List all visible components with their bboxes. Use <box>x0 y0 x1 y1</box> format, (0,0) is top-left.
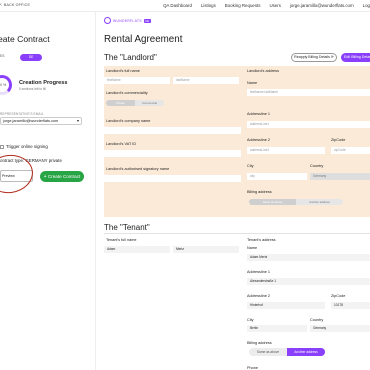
reapply-billing-details-label: Reapply Billing Details <box>294 55 330 59</box>
tenant-zipcode-input[interactable]: 10178 <box>331 302 370 309</box>
nav-qa-dashboard[interactable]: QA Dashboard <box>163 3 192 8</box>
tenant-name-label: Name <box>247 246 258 250</box>
landlord-commerciality-label: Landlord's commerciality <box>106 91 148 95</box>
tenant-city-label: City <box>247 318 254 322</box>
tenant-country-select[interactable]: Germany <box>310 325 370 332</box>
logo-badge: DE <box>143 18 151 23</box>
landlord-addressline1-label: Addressline 1 <box>247 112 271 116</box>
tenant-billing-same[interactable]: Same as above <box>249 348 287 356</box>
landlord-zipcode-input[interactable]: zipCode <box>331 147 370 154</box>
landlord-billing-address-label: Billing address <box>247 190 272 194</box>
back-office-label: BACK OFFICE <box>3 3 31 7</box>
representative-email-select[interactable]: jorge.jaramillo@wunderflats.com ▾ <box>0 117 82 125</box>
tenant-zipcode-label: ZipCode <box>331 294 346 298</box>
create-contract-button[interactable]: + Create Contract <box>40 171 84 182</box>
tenant-billing-another[interactable]: Another address <box>287 348 325 356</box>
landlord-company-input[interactable] <box>104 127 241 134</box>
landlord-city-input[interactable]: city <box>247 173 307 180</box>
nav-logout[interactable]: Log <box>363 3 370 8</box>
tenant-last-name-input[interactable]: Mertz <box>173 246 239 253</box>
wunderflats-logo: WUNDERFLATS DE <box>104 17 151 24</box>
commerciality-private[interactable]: Private <box>106 100 135 106</box>
landlord-country-select[interactable]: Germany <box>310 173 370 180</box>
representative-email-value: jorge.jaramillo@wunderflats.com <box>3 119 59 123</box>
landlord-last-name-input[interactable]: lastName <box>173 77 239 84</box>
landlord-commerciality-toggle[interactable]: Private Commercial <box>106 100 164 106</box>
trigger-online-signing-checkbox[interactable] <box>0 145 4 149</box>
nav-users[interactable]: Users <box>269 3 280 8</box>
commerciality-commercial[interactable]: Commercial <box>135 100 164 106</box>
landlord-billing-same[interactable]: Same as above <box>249 199 296 205</box>
tenant-heading: The "Tenant" <box>104 223 150 232</box>
section-divider <box>104 233 370 234</box>
back-office-link[interactable]: ‹ BACK OFFICE <box>0 1 31 8</box>
tenant-addressline2-input[interactable]: Hinterhof <box>247 302 325 309</box>
landlord-signatory-label: Landlord's authorised signatory name <box>106 167 170 171</box>
landlord-vat-input[interactable] <box>104 150 241 157</box>
create-contract-label: Create Contract <box>47 174 81 179</box>
tenant-phone-label: Phone <box>247 366 258 370</box>
tenant-billing-address-toggle[interactable]: Same as above Another address <box>249 348 325 356</box>
tenant-first-name-input[interactable]: Adam <box>104 246 170 253</box>
caret-down-icon: ▾ <box>76 118 79 123</box>
logo-mark-icon <box>104 17 111 24</box>
tenant-address-label: Tenant's address <box>247 238 276 242</box>
page-title: Rental Agreement <box>104 34 183 45</box>
language-option-de[interactable]: DE <box>20 54 42 61</box>
reapply-billing-details-button[interactable]: Reapply Billing Details ⟳ <box>291 53 337 62</box>
language-option-es[interactable]: ES <box>0 54 12 60</box>
create-contract-title: eate Contract <box>0 34 50 44</box>
landlord-addressline1-input[interactable]: addressLine1 <box>247 121 370 128</box>
landlord-addressline2-label: Addressline 2 <box>247 138 271 142</box>
tenant-country-label: Country <box>310 318 324 322</box>
trigger-online-signing-label: Trigger online signing <box>6 144 48 149</box>
nav-user-email[interactable]: jorge.jaramillo@wunderflats.com <box>290 3 354 8</box>
progress-value: 0 % <box>0 83 7 87</box>
logo-text: WUNDERFLATS <box>113 18 142 23</box>
tenant-name-input[interactable]: Adam Mertz <box>247 254 370 261</box>
top-bar: ‹ BACK OFFICE QA Dashboard Listings Book… <box>0 0 370 12</box>
tenant-billing-address-label: Billing address <box>247 341 272 345</box>
landlord-name-input[interactable]: firstName lastName <box>247 89 370 96</box>
landlord-section: Landlord's full name firstName lastName … <box>104 66 370 217</box>
landlord-signatory-input[interactable] <box>104 175 241 182</box>
top-nav: QA Dashboard Listings Booking Requests U… <box>163 3 370 8</box>
landlord-addressline2-input[interactable]: addressLine2 <box>247 147 325 154</box>
landlord-city-label: City <box>247 164 254 168</box>
tenant-addressline2-label: Addressline 2 <box>247 294 271 298</box>
contract-sidebar: eate Contract ES DE 0 % Creation Progres… <box>0 12 96 370</box>
landlord-zipcode-label: ZipCode <box>331 138 346 142</box>
landlord-company-label: Landlord's company name <box>106 119 151 123</box>
tenant-addressline1-label: Addressline 1 <box>247 270 271 274</box>
creation-progress-title: Creation Progress <box>19 80 68 86</box>
landlord-heading: The "Landlord" <box>104 53 157 62</box>
landlord-billing-address-toggle[interactable]: Same as above Another address <box>249 199 343 205</box>
nav-booking-requests[interactable]: Booking Requests <box>225 3 261 8</box>
refresh-icon: ⟳ <box>330 55 334 59</box>
landlord-name-label: Name <box>247 81 258 85</box>
edit-billing-details-button[interactable]: Edit Billing Details <box>341 53 370 62</box>
sections-left-text: 5 sections left to fill <box>19 87 46 91</box>
tenant-city-input[interactable]: Berlin <box>247 325 307 332</box>
plus-icon: + <box>43 174 47 180</box>
representative-email-label: REPRESENTATIVE'S EMAIL <box>0 112 44 116</box>
landlord-country-label: Country <box>310 164 324 168</box>
landlord-full-name-label: Landlord's full name <box>106 69 140 73</box>
landlord-billing-another[interactable]: Another address <box>296 199 343 205</box>
chevron-left-icon: ‹ <box>0 1 2 8</box>
tenant-addressline1-input[interactable]: Alexanderstraße 1 <box>247 278 370 285</box>
landlord-first-name-input[interactable]: firstName <box>104 77 170 84</box>
landlord-address-label: Landlord's address <box>247 69 279 73</box>
landlord-vat-label: Landlord's VAT ID <box>106 142 137 146</box>
tenant-full-name-label: Tenant's full name <box>106 238 137 242</box>
nav-listings[interactable]: Listings <box>201 3 216 8</box>
